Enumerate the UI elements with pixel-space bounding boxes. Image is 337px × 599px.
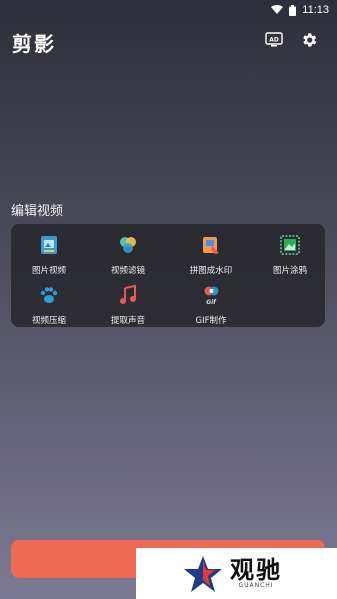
ad-icon-text: AD [269,37,279,44]
tool-label: 提取声音 [110,316,145,326]
app-title: 剪影 [12,32,56,56]
watermark: 观驰 GUANCHI [136,548,337,599]
photo-doodle-icon [280,235,300,255]
tool-extract-sound[interactable]: 提取声音 [96,284,160,326]
photo-video-icon [41,236,57,254]
section-title: 编辑视频 [11,204,64,219]
puzzle-watermark-icon [203,237,219,254]
watermark-text: 观驰 GUANCHI [230,558,282,589]
battery-icon [289,4,297,16]
gif-icon: Gif [204,286,219,306]
tool-label: GIF制作 [195,316,227,326]
video-filter-icon [120,237,136,253]
paw-compress-icon [40,287,58,303]
tool-label: 图片视频 [31,266,66,276]
tool-photo-doodle[interactable]: 图片涂鸦 [258,234,322,276]
watermark-logo [184,555,222,592]
tool-photo-video[interactable]: 图片视频 [17,234,81,276]
tool-video-compress[interactable]: 视频压缩 [17,284,81,326]
tools-card: 图片视频 视频滤镜 拼图成水印 图片涂鸦 视频压缩 提取声音 Gif GIF制作 [11,224,325,327]
tool-label: 视频压缩 [31,316,66,326]
music-note-icon [120,284,136,304]
tool-puzzle-watermark[interactable]: 拼图成水印 [179,234,243,276]
watermark-main: 观驰 [230,556,282,584]
tool-label: 图片涂鸦 [272,266,307,276]
gif-icon-text: Gif [206,299,217,306]
tool-label: 视频滤镜 [110,266,145,276]
wifi-icon [271,5,284,14]
gear-icon[interactable] [300,31,318,49]
status-bar: 11:13 [0,0,337,20]
app-bar: 剪影 AD [0,24,337,60]
tool-gif-make[interactable]: Gif GIF制作 [179,284,243,326]
tool-label: 拼图成水印 [189,266,233,276]
ad-icon[interactable]: AD [265,32,283,48]
status-time: 11:13 [302,4,329,16]
tool-video-filter[interactable]: 视频滤镜 [96,234,160,276]
